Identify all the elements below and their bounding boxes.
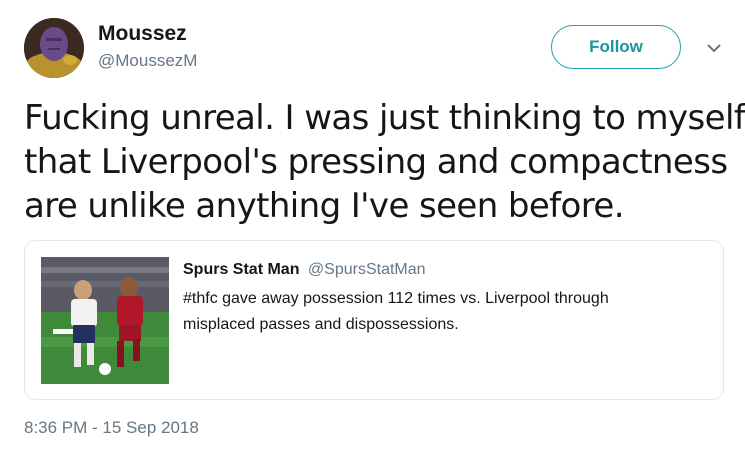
quoted-tweet-image (41, 257, 169, 384)
chevron-down-icon[interactable] (703, 40, 725, 56)
quoted-tweet-name: Spurs Stat Man (183, 261, 300, 278)
quoted-tweet-handle: @SpursStatMan (307, 261, 426, 278)
avatar-image (24, 18, 84, 78)
author-name[interactable]: Moussez (98, 22, 187, 46)
tweet-text-line: are unlike anything I've seen before. (24, 186, 625, 226)
quoted-tweet-author: Spurs Stat Man @SpursStatMan (183, 261, 426, 279)
tweet-timestamp[interactable]: 8:36 PM - 15 Sep 2018 (24, 418, 199, 438)
tweet-text: Fucking unreal. I was just thinking to m… (24, 96, 745, 228)
author-handle[interactable]: @MoussezM (98, 51, 197, 71)
quoted-tweet-text-line: misplaced passes and dispossessions. (183, 316, 459, 333)
tweet-text-line: Fucking unreal. I was just thinking to m… (24, 98, 745, 138)
tweet-text-line: that Liverpool's pressing and compactnes… (24, 142, 728, 182)
follow-button[interactable]: Follow (551, 25, 681, 69)
quoted-tweet-text-line: #thfc gave away possession 112 times vs.… (183, 290, 609, 307)
avatar[interactable] (24, 18, 84, 78)
quoted-tweet-text: #thfc gave away possession 112 times vs.… (183, 286, 703, 338)
quoted-tweet[interactable]: Spurs Stat Man @SpursStatMan #thfc gave … (24, 240, 724, 400)
tweet-card: Moussez @MoussezM Follow Fucking unreal.… (0, 0, 745, 453)
